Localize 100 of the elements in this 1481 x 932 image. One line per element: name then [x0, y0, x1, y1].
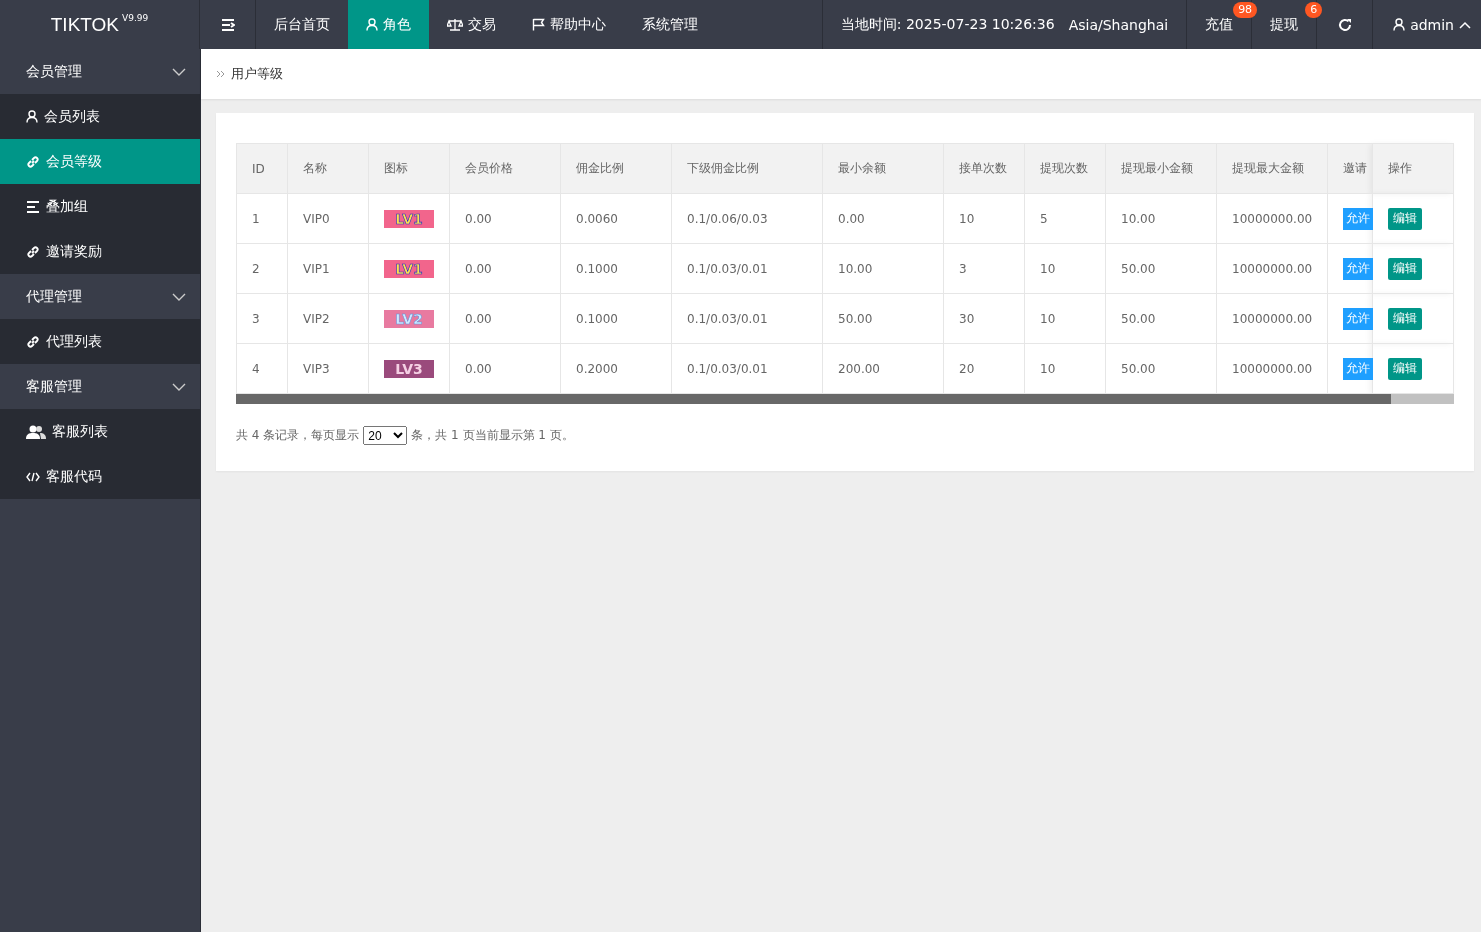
list-icon: [26, 200, 40, 213]
table-cell: 10000000.00: [1216, 343, 1328, 394]
table-cell: 50.00: [1105, 343, 1217, 394]
table-cell: 0.1000: [560, 243, 672, 294]
breadcrumb: 用户等级: [231, 65, 283, 83]
link-icon: [26, 334, 40, 349]
level-badge: LV3: [384, 359, 434, 378]
chevron-icon: [172, 67, 186, 76]
table-cell: 3: [236, 293, 288, 344]
column-header: 提现次数: [1024, 143, 1106, 194]
chevron-icon: [172, 292, 186, 301]
table-cell: 1: [236, 193, 288, 244]
table-cell: 3: [943, 243, 1025, 294]
link-icon: [26, 244, 40, 259]
column-header: 提现最大金额: [1216, 143, 1328, 194]
nav-tab[interactable]: 交易: [429, 0, 514, 49]
nav-tab[interactable]: 角色: [348, 0, 429, 49]
link-icon: [26, 154, 40, 169]
edit-button[interactable]: 编辑: [1388, 307, 1422, 330]
table-cell: 2: [236, 243, 288, 294]
column-header: 图标: [368, 143, 450, 194]
table-cell: VIP2: [287, 293, 369, 344]
table-cell: 0.2000: [560, 343, 672, 394]
table-cell: VIP0: [287, 193, 369, 244]
column-header: 佣金比例: [560, 143, 672, 194]
table-cell: 0.1/0.06/0.03: [671, 193, 823, 244]
table-cell: 0.00: [449, 343, 561, 394]
column-header: 操作: [1372, 143, 1454, 194]
table-cell: 10000000.00: [1216, 243, 1328, 294]
column-header: ID: [236, 143, 288, 194]
user-menu[interactable]: admin: [1373, 0, 1481, 49]
table-cell: 0.1/0.03/0.01: [671, 343, 823, 394]
sidebar-item[interactable]: 会员等级: [0, 139, 200, 184]
user-icon: [366, 18, 378, 31]
column-header: 最小余额: [822, 143, 944, 194]
table-cell: 10: [1024, 293, 1106, 344]
user-icon: [26, 110, 38, 123]
users-icon: [26, 424, 46, 439]
table-cell: 4: [236, 343, 288, 394]
menu-icon: [220, 18, 235, 31]
sidebar-item[interactable]: 客服列表: [0, 409, 200, 454]
user-icon: [1393, 18, 1406, 31]
nav-tab[interactable]: 后台首页: [256, 0, 348, 49]
table-cell: 10: [1024, 343, 1106, 394]
table-cell: 0.00: [449, 193, 561, 244]
code-icon: [26, 471, 40, 482]
timezone-label: Asia/Shanghai: [1068, 16, 1169, 33]
table-cell: 10: [943, 193, 1025, 244]
caret-icon: [1459, 20, 1471, 29]
sidebar-item[interactable]: 代理列表: [0, 319, 200, 364]
table-cell: 0.0060: [560, 193, 672, 244]
count-badge: 6: [1305, 2, 1323, 18]
table-cell: 5: [1024, 193, 1106, 244]
column-header: 邀请: [1327, 143, 1373, 194]
table-cell: 10.00: [1105, 193, 1217, 244]
sidebar-item[interactable]: 会员列表: [0, 94, 200, 139]
column-header: 会员价格: [449, 143, 561, 194]
nav-tab[interactable]: 帮助中心: [514, 0, 624, 49]
table-cell: 0.1/0.03/0.01: [671, 293, 823, 344]
pagination-text: 条，共 1 页当前显示第 1 页。: [411, 427, 574, 444]
table-cell: 200.00: [822, 343, 944, 394]
sidebar-item[interactable]: 邀请奖励: [0, 229, 200, 274]
level-badge: LV1: [384, 259, 434, 278]
column-header: 名称: [287, 143, 369, 194]
table-cell: 0.00: [449, 293, 561, 344]
scale-icon: [447, 18, 463, 31]
edit-button[interactable]: 编辑: [1388, 357, 1422, 380]
table-cell: 10.00: [822, 243, 944, 294]
sidebar-item[interactable]: 客服代码: [0, 454, 200, 499]
scrollbar-thumb[interactable]: [236, 394, 1391, 404]
edit-button[interactable]: 编辑: [1388, 257, 1422, 280]
table-cell: 0.1000: [560, 293, 672, 344]
table-cell: 20: [943, 343, 1025, 394]
chevron-icon: [172, 382, 186, 391]
level-badge: LV1: [384, 209, 434, 228]
table-cell: 0.1/0.03/0.01: [671, 243, 823, 294]
table-cell: 10000000.00: [1216, 193, 1328, 244]
flag-icon: [532, 18, 545, 31]
table-cell: VIP1: [287, 243, 369, 294]
refresh-icon: [1337, 17, 1352, 32]
table-cell: VIP3: [287, 343, 369, 394]
count-badge: 98: [1233, 2, 1258, 18]
table-cell: 0.00: [822, 193, 944, 244]
edit-button[interactable]: 编辑: [1388, 207, 1422, 230]
page-size-select[interactable]: 20: [363, 426, 408, 445]
version-label: V9.99: [122, 13, 149, 23]
table-cell: 50.00: [822, 293, 944, 344]
table-cell: 10000000.00: [1216, 293, 1328, 344]
column-header: 下级佣金比例: [671, 143, 823, 194]
sidebar-item[interactable]: 叠加组: [0, 184, 200, 229]
table-cell: 30: [943, 293, 1025, 344]
table-cell: 10: [1024, 243, 1106, 294]
pagination-text: 共 4 条记录，每页显示: [236, 427, 360, 444]
nav-tab[interactable]: 系统管理: [624, 0, 716, 49]
breadcrumb-separator-icon: [216, 70, 225, 78]
column-header: 接单次数: [943, 143, 1025, 194]
column-header: 提现最小金额: [1105, 143, 1217, 194]
level-badge: LV2: [384, 309, 434, 328]
logo-text: TIKTOK: [50, 13, 120, 36]
local-time: 当地时间: 2025-07-23 10:26:36: [840, 15, 1055, 34]
